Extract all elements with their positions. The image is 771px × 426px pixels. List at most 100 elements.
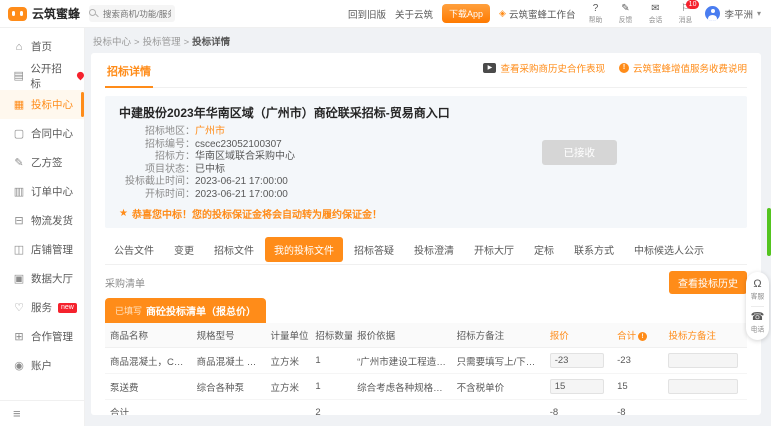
breadcrumb: 投标中心>投标管理>投标详情 xyxy=(85,28,771,53)
detail-tab-4[interactable]: 招标答疑 xyxy=(345,237,403,264)
field-value[interactable]: 广州市 xyxy=(195,126,225,138)
card-header-link-0[interactable]: ▶ 查看采购商历史合作表现 xyxy=(483,61,605,75)
view-bid-history-button[interactable]: 查看投标历史 xyxy=(669,271,747,294)
headset-icon[interactable]: Ω xyxy=(753,278,761,290)
sidebar-item-9[interactable]: ♡服务new xyxy=(0,293,84,322)
price-input[interactable] xyxy=(550,353,605,368)
sidebar-item-0[interactable]: ⌂首页 xyxy=(0,32,84,61)
item-price-cell xyxy=(545,348,612,374)
sidebar-item-label: 乙方签 xyxy=(31,155,63,170)
bid-col-header-8: 投标方备注 xyxy=(663,323,747,348)
breadcrumb-item-1[interactable]: 投标管理 xyxy=(143,37,181,48)
breadcrumb-item-0[interactable]: 投标中心 xyxy=(93,37,131,48)
search-input[interactable] xyxy=(89,5,175,22)
item-bidder-note-cell xyxy=(663,374,747,400)
price-input[interactable] xyxy=(550,379,605,394)
total-label: 合计 xyxy=(105,400,192,416)
sidebar-item-6[interactable]: ⊟物流发货 xyxy=(0,206,84,235)
message-bell-item[interactable]: ⚐消息10 xyxy=(674,3,696,25)
card-header-link-label: 云筑蜜蜂增值服务收费说明 xyxy=(633,61,747,75)
sidebar-item-icon: ▣ xyxy=(13,272,25,285)
detail-tab-5[interactable]: 投标澄清 xyxy=(405,237,463,264)
bid-col-header-1: 规格型号 xyxy=(192,323,266,348)
user-menu[interactable]: 李平洲 ▾ xyxy=(705,6,761,21)
detail-tab-6[interactable]: 开标大厅 xyxy=(465,237,523,264)
field-label: 项目状态： xyxy=(119,164,195,176)
detail-tab-8[interactable]: 联系方式 xyxy=(565,237,623,264)
workspace-link[interactable]: ◈ 云筑蜜蜂工作台 xyxy=(499,7,575,21)
detail-tab-0[interactable]: 公告文件 xyxy=(105,237,163,264)
item-qty: 1 xyxy=(310,348,352,374)
help-item[interactable]: ?帮助 xyxy=(584,3,606,25)
topbar-icon-group: ?帮助 ✎反馈 ✉会话 ⚐消息10 xyxy=(584,3,696,25)
sidebar-item-icon: ▦ xyxy=(13,98,25,111)
sidebar-item-icon: ✎ xyxy=(13,156,25,169)
detail-tab-3[interactable]: 我的投标文件 xyxy=(265,237,343,262)
detail-tab-2[interactable]: 招标文件 xyxy=(205,237,263,264)
project-field-4: 投标截止时间：2023-06-21 17:00:00 xyxy=(119,176,733,188)
field-label: 开标时间： xyxy=(119,189,195,201)
detail-tab-1[interactable]: 变更 xyxy=(165,237,203,264)
item-basis: “广州市建设工程造价管理站文件... xyxy=(352,348,452,374)
project-title: 中建股份2023年华南区域（广州市）商砼联采招标-贸易商入口 xyxy=(119,104,733,121)
bidder-note-input[interactable] xyxy=(668,353,738,368)
download-app-badge[interactable]: 下载App xyxy=(442,4,490,23)
sidebar-item-8[interactable]: ▣数据大厅 xyxy=(0,264,84,293)
detail-tabs: 公告文件变更招标文件我的投标文件招标答疑投标澄清开标大厅定标联系方式中标候选人公… xyxy=(105,237,747,265)
sidebar-item-7[interactable]: ◫店铺管理 xyxy=(0,235,84,264)
project-field-3: 项目状态：已中标 xyxy=(119,164,733,176)
bidder-note-input[interactable] xyxy=(668,379,738,394)
chat-item[interactable]: ✉会话 xyxy=(644,3,666,25)
detail-tab-7[interactable]: 定标 xyxy=(525,237,563,264)
topbar-link-0[interactable]: 回到旧版 xyxy=(348,7,386,21)
sidebar-item-1[interactable]: ▤公开招标 xyxy=(0,61,84,90)
sidebar-collapse-toggle[interactable]: ≡ xyxy=(0,400,84,426)
item-qty: 1 xyxy=(310,374,352,400)
sidebar-item-2[interactable]: ▦ 投标中心 xyxy=(0,90,84,119)
sidebar-item-label: 合同中心 xyxy=(31,126,73,141)
received-button[interactable]: 已接收 xyxy=(542,140,618,165)
sidebar-item-icon: ▢ xyxy=(13,127,25,140)
sidebar-item-icon: ⊞ xyxy=(13,330,25,343)
bid-col-header-3: 招标数量 xyxy=(310,323,352,348)
item-spec: 综合各种泵 xyxy=(192,374,266,400)
chat-label: 会话 xyxy=(649,14,663,24)
purchase-list-label: 采购清单 xyxy=(105,275,145,290)
scrollbar-thumb[interactable] xyxy=(767,208,771,256)
total-qty: 2 xyxy=(310,400,352,416)
field-label: 招标地区： xyxy=(119,126,195,138)
sidebar-item-11[interactable]: ◉账户 xyxy=(0,351,84,380)
video-icon: ▶ xyxy=(483,63,496,73)
sidebar-item-label: 公开招标 xyxy=(30,61,70,91)
project-field-1: 招标编号：cscec23052100307 xyxy=(119,139,733,151)
field-value: 2023-06-21 17:00:00 xyxy=(195,176,288,188)
sidebar-item-10[interactable]: ⊞合作管理 xyxy=(0,322,84,351)
card-header-links: ▶ 查看采购商历史合作表现 !云筑蜜蜂增值服务收费说明 xyxy=(483,61,747,75)
card-header-link-1[interactable]: !云筑蜜蜂增值服务收费说明 xyxy=(619,61,747,75)
sidebar-item-5[interactable]: ▥订单中心 xyxy=(0,177,84,206)
workspace-label: 云筑蜜蜂工作台 xyxy=(509,7,576,21)
congrats-text: 恭喜您中标！您的投标保证金将会自动转为履约保证金！ xyxy=(132,206,382,221)
card-header-link-label: 查看采购商历史合作表现 xyxy=(500,61,605,75)
detail-tab-9[interactable]: 中标候选人公示 xyxy=(625,237,713,264)
sidebar-item-3[interactable]: ▢ 合同中心 xyxy=(0,119,84,148)
search-wrap xyxy=(85,5,175,22)
chevron-down-icon: ▾ xyxy=(757,9,761,18)
sidebar-item-4[interactable]: ✎ 乙方签 xyxy=(0,148,84,177)
logo-text: 云筑蜜蜂 xyxy=(32,5,80,22)
app-logo[interactable]: 云筑蜜蜂 xyxy=(8,5,85,22)
topbar-link-1[interactable]: 关于云筑 xyxy=(395,7,433,21)
item-unit: 立方米 xyxy=(265,348,310,374)
item-price-cell xyxy=(545,374,612,400)
bid-col-header-7: 合计! xyxy=(612,323,663,348)
phone-icon[interactable]: ☎ xyxy=(751,311,765,323)
sidebar-item-label: 投标中心 xyxy=(31,97,73,112)
topbar-nav-links: 回到旧版关于云筑 xyxy=(348,7,433,21)
tab-bid-detail[interactable]: 招标详情 xyxy=(105,61,153,88)
hot-flame-icon xyxy=(76,71,86,81)
notification-badge: 10 xyxy=(686,0,700,9)
feedback-item[interactable]: ✎反馈 xyxy=(614,3,636,25)
sidebar-item-icon: ♡ xyxy=(13,301,25,314)
filled-list-tab[interactable]: 已填写 商砼投标清单（报总价） xyxy=(105,298,266,323)
sidebar-item-label: 服务 xyxy=(31,300,52,315)
